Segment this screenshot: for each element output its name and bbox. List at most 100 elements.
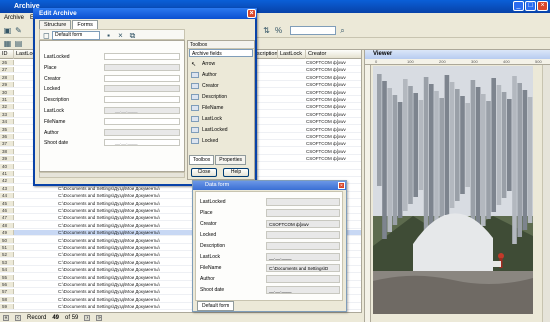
delete-form-icon[interactable]: × [116, 31, 125, 40]
field-value[interactable] [266, 231, 340, 239]
row-filename: C:\Documents and Settings\Дузд\Мои Докум… [58, 185, 160, 191]
maximize-icon[interactable]: □ [525, 1, 536, 11]
row-creator: CSOFTCOM ф[хwv [306, 82, 346, 88]
field-value[interactable]: __.__.____ [266, 253, 340, 261]
toolbox-tab-toolbox[interactable]: Toolbox [189, 155, 215, 165]
field-input[interactable] [104, 117, 180, 125]
panel-tab-default[interactable]: Default form [197, 301, 235, 311]
field-value[interactable]: CSOFTCOM ф[хwv [266, 220, 340, 228]
first-record-button[interactable]: « [3, 314, 9, 321]
column-header[interactable]: ID [0, 50, 14, 59]
ruler-tick: 200 [439, 59, 446, 64]
field-input[interactable] [104, 53, 180, 60]
photo-preview[interactable] [373, 66, 533, 314]
row-filename: C:\Documents and Settings\Дузд\Мои Докум… [58, 208, 160, 213]
toolbox-select[interactable]: Archive fields [189, 49, 253, 57]
ruler-tick: 0 [375, 59, 378, 64]
field-value[interactable] [266, 242, 340, 250]
sculpture-pipe [413, 93, 418, 197]
viewer-panel: Viewer 0 100 200 300 400 500 [364, 50, 550, 322]
field-value[interactable]: __.__.____ [266, 286, 340, 294]
toolbox-item[interactable]: FileName [190, 104, 252, 112]
toolbox-item[interactable]: Author [190, 71, 252, 79]
record-value: 49 [52, 314, 60, 321]
tab-forms[interactable]: Forms [72, 20, 98, 29]
viewer-scrollbar[interactable] [542, 65, 550, 322]
field-value[interactable] [266, 209, 340, 217]
edit-icon[interactable]: ✎ [14, 26, 23, 35]
field-input[interactable] [104, 96, 180, 104]
row-number: 42 [0, 178, 14, 184]
next-record-button[interactable]: › [84, 314, 91, 321]
toolbox-item[interactable]: Description [190, 93, 252, 101]
last-record-button[interactable]: » [96, 314, 103, 321]
field-label: Description [44, 97, 70, 104]
sculpture-pipe [408, 86, 413, 204]
toolbox-item[interactable]: ↖ Arrow [190, 60, 252, 68]
field-label: Place [44, 64, 57, 71]
row-number: 33 [0, 111, 14, 117]
row-filename: C:\Documents and Settings\Дузд\Мои Докум… [58, 237, 160, 243]
sculpture-pipe [512, 76, 517, 244]
data-form-row: LastLock __.__.____ [200, 253, 344, 262]
data-form-row: Author [200, 275, 344, 284]
row-filename: C:\Documents and Settings\Дузд\Мои Докум… [58, 267, 160, 273]
toolbox-item-label: Description [202, 94, 228, 100]
row-creator: CSOFTCOM ф[хwv [306, 60, 346, 65]
sort-icon[interactable]: ⇅ [262, 26, 271, 35]
main-search-input[interactable] [290, 26, 336, 35]
field-input[interactable] [104, 128, 180, 136]
sculpture-pipe [491, 78, 496, 212]
new-form-icon[interactable]: ◻ [42, 31, 51, 40]
field-input[interactable] [104, 85, 180, 93]
field-value[interactable] [266, 275, 340, 283]
field-value[interactable] [266, 198, 340, 206]
sculpture-pipe [465, 103, 470, 187]
field-value[interactable]: C:\Documents and Settings\D [266, 264, 340, 272]
field-label: Author [44, 129, 59, 136]
form-select[interactable]: Default form [52, 31, 100, 40]
copy-form-icon[interactable]: ⧉ [128, 31, 137, 40]
minimize-icon[interactable]: _ [513, 1, 524, 11]
form-hscroll[interactable] [39, 172, 185, 178]
tab-structure[interactable]: Structure [39, 20, 72, 29]
field-input[interactable]: __.__.____ [104, 139, 180, 147]
sculpture-pipe [382, 81, 387, 239]
toolbox-item[interactable]: LastLocked [190, 126, 252, 134]
close-icon[interactable]: × [537, 1, 548, 11]
tree-icon[interactable]: ▤ [14, 39, 23, 48]
field-icon [191, 94, 199, 100]
form-designer[interactable]: LastLocked Place Creator Locked Description L… [39, 40, 185, 172]
column-header[interactable]: Creator [306, 50, 361, 59]
close-button[interactable]: Close [191, 168, 217, 177]
field-input[interactable] [104, 74, 180, 82]
menu-item-archive[interactable]: Archive [4, 15, 24, 21]
link-icon[interactable]: % [274, 26, 283, 35]
field-input[interactable]: __.__.____ [104, 107, 180, 114]
filter-icon[interactable]: ⌕ [338, 26, 347, 35]
toolbox-item[interactable]: LastLock [190, 115, 252, 123]
panel-title-bar[interactable]: Data form × [193, 181, 346, 190]
dialog-close-icon[interactable]: × [247, 9, 256, 18]
row-number: 44 [0, 193, 14, 199]
row-filename: C:\Documents and Settings\Дузд\Мои Докум… [58, 282, 160, 287]
toolbox-item[interactable]: Locked [190, 137, 252, 145]
field-label: Creator [200, 221, 217, 227]
grid-icon[interactable]: ▦ [3, 39, 12, 48]
sculpture-pipe [449, 82, 455, 208]
field-input[interactable] [104, 63, 180, 71]
toolbox-tab-properties[interactable]: Properties [215, 155, 247, 165]
prev-record-button[interactable]: ‹ [15, 314, 21, 321]
open-icon[interactable]: ▣ [3, 26, 12, 35]
toolbox-item[interactable]: Creator [190, 82, 252, 90]
column-header[interactable]: LastLock [278, 50, 306, 59]
row-number: 54 [0, 267, 14, 273]
ruler-tick: 100 [407, 59, 414, 64]
help-button[interactable]: Help [223, 168, 249, 177]
row-number: 32 [0, 104, 14, 110]
dialog-title-bar[interactable]: Edit Archive × [33, 8, 257, 19]
panel-close-icon[interactable]: × [338, 182, 345, 189]
save-form-icon[interactable]: ▪ [104, 31, 113, 40]
toolbox-item-label: FileName [202, 105, 224, 111]
data-form-row: Locked [200, 231, 344, 240]
